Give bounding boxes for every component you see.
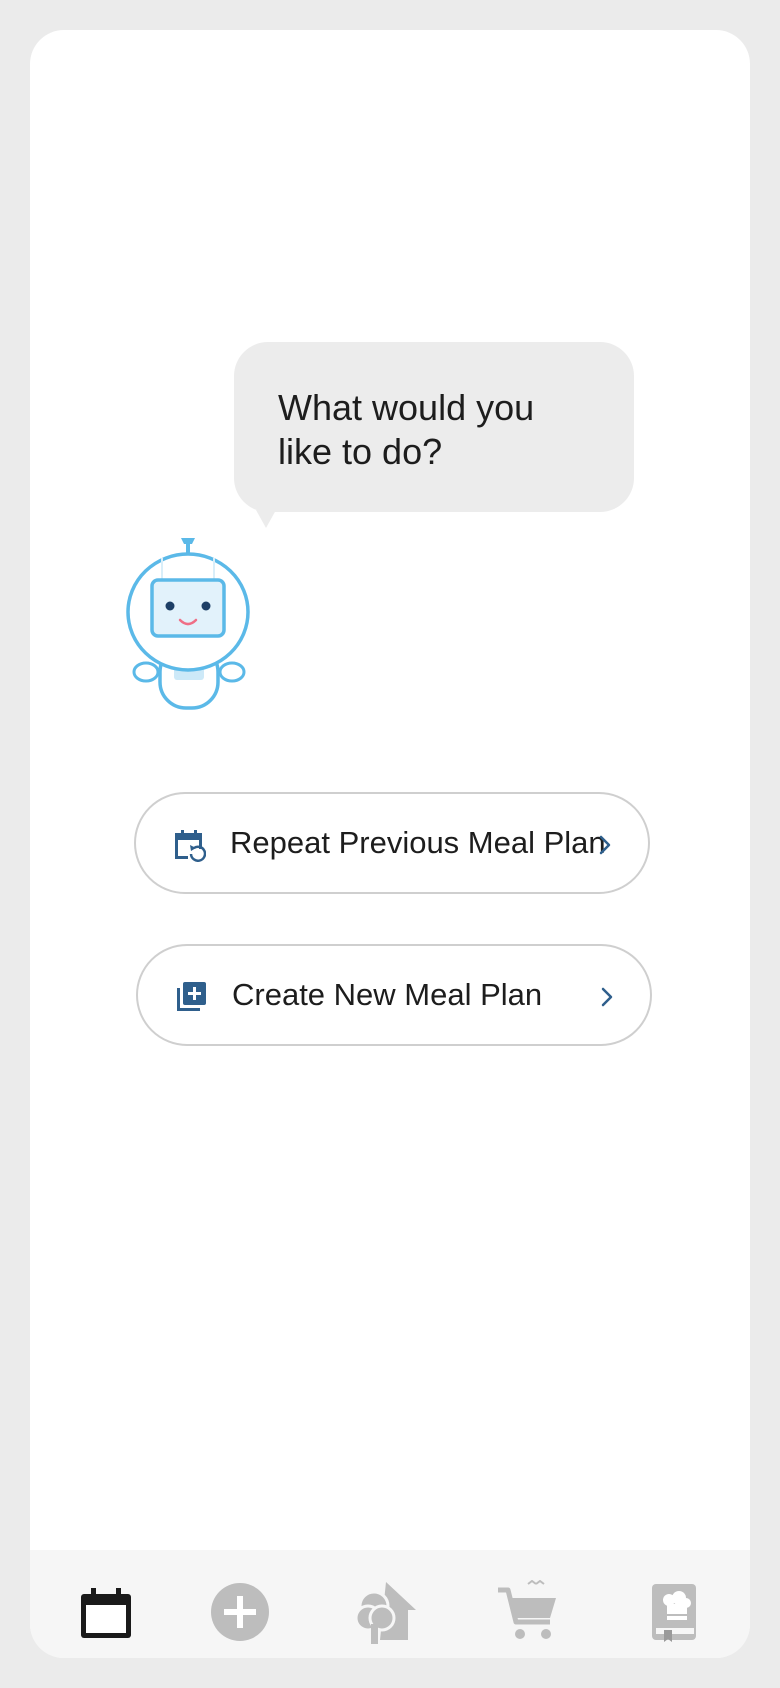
tab-calendar[interactable]	[74, 1580, 138, 1644]
repeat-previous-meal-plan-label: Repeat Previous Meal Plan	[230, 825, 606, 860]
calendar-repeat-icon	[175, 830, 206, 862]
cart-icon	[498, 1579, 556, 1639]
assistant-speech-bubble: What would you like to do?	[234, 342, 634, 528]
create-new-meal-plan-button[interactable]: Create New Meal Plan	[136, 944, 652, 1046]
speech-bubble-tail	[256, 510, 276, 528]
calendar-icon	[81, 1588, 131, 1638]
tab-recipes[interactable]	[642, 1580, 706, 1644]
repeat-previous-meal-plan-button[interactable]: Repeat Previous Meal Plan	[134, 792, 650, 894]
tab-add[interactable]	[208, 1580, 272, 1644]
robot-mascot-icon	[124, 536, 254, 712]
chevron-right-icon	[601, 987, 613, 1007]
plus-circle-icon	[211, 1583, 269, 1641]
tab-home[interactable]	[352, 1580, 416, 1644]
add-plan-icon	[177, 982, 206, 1011]
recipe-book-icon	[652, 1584, 696, 1642]
chevron-right-icon	[599, 835, 611, 855]
create-new-meal-plan-label: Create New Meal Plan	[232, 977, 543, 1012]
tree-house-icon	[354, 1582, 416, 1644]
app-screen: What would you like to do? Repeat Previo…	[30, 30, 750, 1658]
assistant-message: What would you like to do?	[278, 387, 535, 472]
bottom-tab-bar	[30, 1550, 750, 1658]
tab-cart[interactable]	[496, 1579, 560, 1644]
